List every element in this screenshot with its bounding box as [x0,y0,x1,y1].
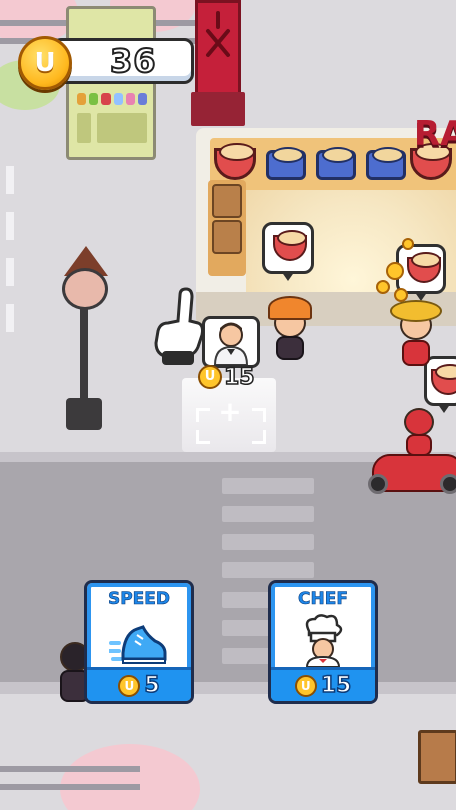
lamp-base [66,398,102,430]
spot-corner [196,430,210,444]
spot-corner [196,408,210,422]
road-marking [6,212,14,240]
cooking-pot-icon [266,147,306,180]
coin-icon: U [118,674,141,697]
jar [89,93,99,105]
spot-corner [252,430,266,444]
road-marking [6,258,14,286]
hire-price: 15 [223,364,255,391]
spot-corner [252,408,266,422]
plus-icon: + [218,395,242,428]
speed-upgrade-button[interactable]: SPEED U 5 [84,580,194,704]
wooden-crate [418,730,456,784]
fence-rail [0,766,140,772]
road-marking [6,166,14,194]
coin-count: 36 [109,41,157,81]
scooter-wheel [440,474,456,494]
cutting-board-icon [212,184,242,218]
jar [113,93,123,105]
lamp-post [80,300,88,402]
crosswalk-stripe [222,562,314,578]
upgrade-price: U 5 [87,667,191,701]
upgrade-price-value: 15 [320,672,352,699]
coin-glyph: U [34,48,56,78]
shop-sign: RA [414,114,456,154]
coin-counter: U 36 [18,36,194,90]
game-scene: RA + U 15 [0,0,456,810]
cutting-board-icon [212,220,242,254]
coin-icon: U [198,365,222,389]
crosswalk-stripe [222,478,314,494]
upgrade-title: SPEED [107,589,171,610]
sign-pole-base [191,92,245,126]
chef-upgrade-button[interactable]: CHEF U 15 [268,580,378,704]
coin-icon: U [18,36,72,90]
waiter-avatar[interactable] [202,316,260,368]
coin-icon[interactable] [386,262,404,280]
hire-price-tag: U 15 [198,362,255,392]
jar [77,93,87,105]
coin-icon[interactable] [376,280,390,294]
hard-hat-icon [268,296,312,320]
ramen-order-icon [273,230,307,261]
lantern-icon [62,268,108,310]
jar-row [77,93,148,105]
delivery-scooter [368,454,456,494]
crosswalk-stripe [222,534,314,550]
upgrade-price: U 15 [271,667,375,701]
delivery-rider [396,400,442,460]
straw-hat-icon [390,300,442,322]
scooter-wheel [368,474,388,494]
customer-straw-hat [390,296,442,372]
upgrade-title: CHEF [298,589,349,610]
ramen-order-icon [407,252,441,283]
cooking-pot-icon [316,147,356,180]
fence-rail [0,784,140,790]
customer-orange-hat [264,296,314,368]
pointing-hand-icon [150,285,206,367]
jar [101,93,111,105]
rider-body [406,434,432,456]
jar [125,93,135,105]
jar [137,93,148,105]
coin-icon[interactable] [402,238,414,250]
shelf-pane [97,113,147,143]
fence [0,760,140,796]
waiter-icon [213,322,249,366]
customer-body [276,336,304,360]
ramen-order-icon [431,364,456,395]
customer-body [402,340,430,366]
helmet-icon [404,408,434,436]
order-bubble [262,222,314,281]
upgrade-price-value: 5 [144,672,161,699]
crosswalk-stripe [222,506,314,522]
chef-icon [293,613,353,668]
shelf-pane [77,113,91,143]
road-marking [6,304,14,332]
sneaker-icon [107,613,169,667]
coin-icon: U [294,674,317,697]
cooking-pot-icon [366,147,406,180]
